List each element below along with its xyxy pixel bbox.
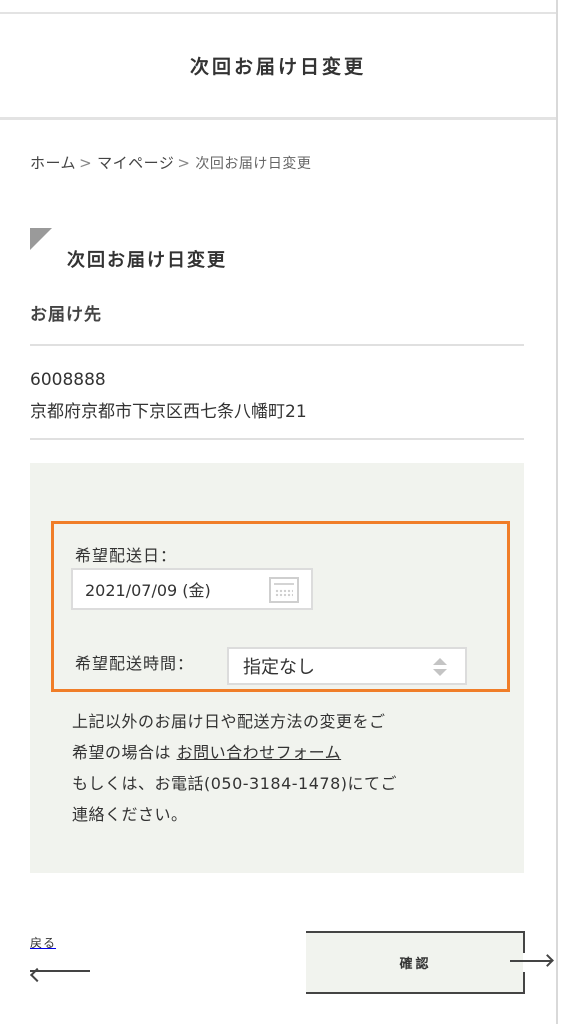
delivery-form: 希望配送日： 2021/07/09 (金) 希望配送時間： 指定なし [51, 521, 510, 692]
note-line-1: 上記以外のお届け日や配送方法の変更をご [72, 712, 386, 731]
delivery-time-value: 指定なし [243, 657, 315, 678]
section-title: 次回お届け日変更 [67, 250, 227, 271]
section-corner-icon [30, 228, 52, 250]
page-right-edge [556, 0, 558, 1024]
contact-form-link[interactable]: お問い合わせフォーム [177, 743, 342, 762]
page-title: 次回お届け日変更 [189, 56, 366, 78]
address-line: 京都府京都市下京区西七条八幡町21 [30, 402, 307, 422]
breadcrumb-separator: > [177, 154, 191, 172]
breadcrumb-separator: > [79, 154, 93, 172]
select-arrows-icon [433, 658, 447, 676]
arrow-left-icon [30, 970, 90, 972]
breadcrumb-mypage-link[interactable]: マイページ [97, 154, 174, 172]
divider [30, 438, 524, 440]
destination-address: 6008888 京都府京都市下京区西七条八幡町21 [30, 364, 307, 428]
delivery-change-panel: 希望配送日： 2021/07/09 (金) 希望配送時間： 指定なし 上記以外の… [30, 463, 524, 873]
confirm-label: 確認 [399, 956, 432, 971]
page-header: 次回お届け日変更 [0, 14, 556, 120]
delivery-time-select[interactable]: 指定なし [227, 647, 467, 685]
contact-note: 上記以外のお届け日や配送方法の変更をご 希望の場合は お問い合わせフォーム もし… [72, 706, 482, 830]
back-label: 戻る [30, 936, 57, 950]
back-link[interactable]: 戻る [30, 932, 100, 992]
divider [30, 344, 524, 346]
confirm-button[interactable]: 確認 [306, 931, 525, 994]
top-divider [0, 0, 556, 14]
calendar-icon[interactable] [269, 577, 299, 603]
delivery-time-label: 希望配送時間： [75, 654, 195, 673]
destination-label: お届け先 [30, 305, 102, 325]
note-line-4: 連絡ください。 [72, 805, 188, 824]
delivery-date-label: 希望配送日： [75, 546, 178, 565]
breadcrumb: ホーム > マイページ > 次回お届け日変更 [30, 152, 311, 173]
delivery-date-input[interactable]: 2021/07/09 (金) [71, 568, 313, 610]
breadcrumb-home-link[interactable]: ホーム [30, 154, 76, 172]
note-line-3: もしくは、お電話(050-3184-1478)にてご [72, 774, 398, 793]
breadcrumb-current: 次回お届け日変更 [195, 156, 312, 172]
delivery-date-value: 2021/07/09 (金) [85, 581, 211, 600]
arrow-right-icon [510, 960, 552, 962]
postal-code: 6008888 [30, 370, 106, 390]
note-line-2-prefix: 希望の場合は [72, 743, 177, 762]
